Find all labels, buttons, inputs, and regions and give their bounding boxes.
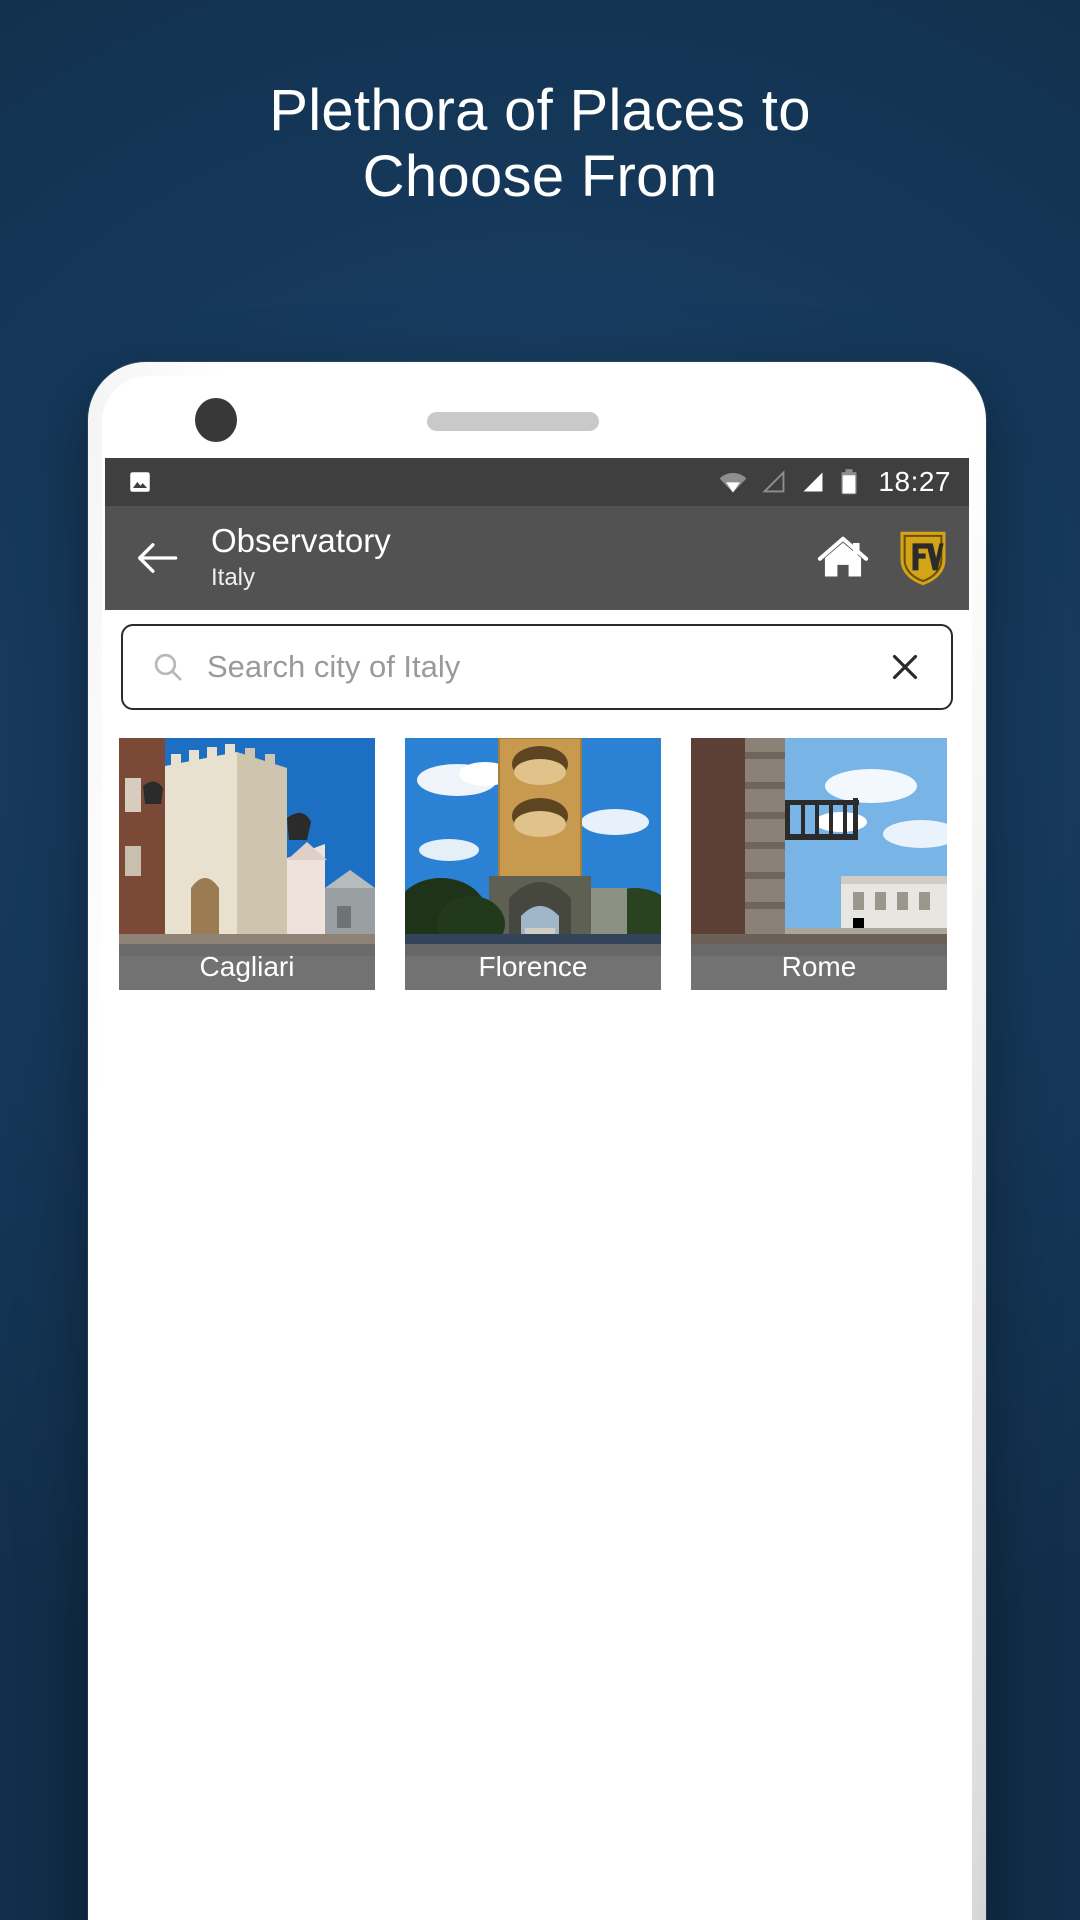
signal-empty-icon <box>761 469 787 495</box>
city-card-cagliari[interactable]: Cagliari <box>119 738 375 990</box>
home-icon <box>816 533 870 583</box>
city-name: Florence <box>405 944 661 990</box>
city-card-rome[interactable]: Rome <box>691 738 947 990</box>
wifi-icon <box>718 469 748 495</box>
search-input[interactable]: Search city of Italy <box>121 624 953 710</box>
city-thumbnail <box>405 738 661 956</box>
shield-logo-icon <box>896 528 950 588</box>
city-name: Rome <box>691 944 947 990</box>
image-icon <box>127 469 153 495</box>
phone-mockup: 18:27 Observatory Italy Search city of I… <box>88 362 986 1920</box>
city-card-florence[interactable]: Florence <box>405 738 661 990</box>
app-bar: Observatory Italy <box>105 506 969 610</box>
earpiece-speaker <box>427 412 599 431</box>
brand-logo-button[interactable] <box>895 527 951 589</box>
status-bar-clock: 18:27 <box>878 466 951 497</box>
search-placeholder: Search city of Italy <box>207 649 461 684</box>
app-bar-actions <box>813 527 951 589</box>
close-icon <box>892 654 918 680</box>
clear-search-button[interactable] <box>881 643 929 691</box>
phone-top-bezel <box>102 376 972 458</box>
phone-screen-bezel: 18:27 Observatory Italy Search city of I… <box>102 376 972 1920</box>
page-subtitle: Italy <box>211 563 256 591</box>
signal-full-icon <box>800 469 826 495</box>
headline-line-1: Plethora of Places to <box>269 78 811 143</box>
headline-line-2: Choose From <box>362 144 718 210</box>
app-bar-titles: Observatory Italy <box>211 523 813 593</box>
city-thumbnail <box>691 738 947 956</box>
android-screen: 18:27 Observatory Italy Search city of I… <box>105 458 969 1920</box>
page-title: Observatory <box>211 522 391 560</box>
city-thumbnail <box>119 738 375 956</box>
status-bar: 18:27 <box>105 458 969 506</box>
promo-headline: Plethora of Places to Choose From <box>0 78 1080 210</box>
front-camera-icon <box>195 398 237 442</box>
search-icon <box>151 650 185 684</box>
back-arrow-icon <box>136 541 180 575</box>
city-name: Cagliari <box>119 944 375 990</box>
home-button[interactable] <box>813 528 873 588</box>
search-section: Search city of Italy <box>105 610 969 720</box>
back-button[interactable] <box>129 529 187 587</box>
city-grid: Cagliari Florence Rome <box>105 720 969 990</box>
battery-icon <box>839 468 859 496</box>
